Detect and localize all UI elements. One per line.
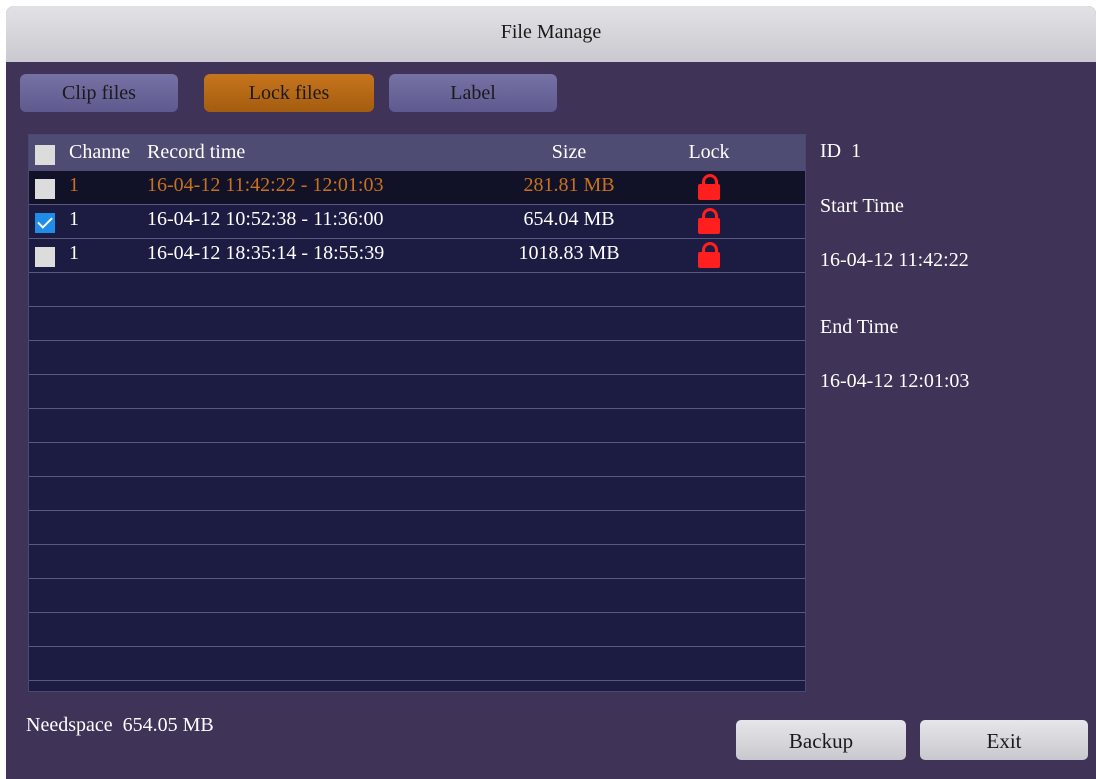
tab-label[interactable]: Label xyxy=(389,74,557,112)
lock-icon[interactable] xyxy=(669,242,749,274)
empty-table-row xyxy=(29,409,805,443)
empty-table-row xyxy=(29,375,805,409)
header-record-time[interactable]: Record time xyxy=(147,141,245,164)
detail-id-label: ID xyxy=(820,140,842,162)
detail-id: ID 1 xyxy=(820,140,861,163)
empty-table-row xyxy=(29,511,805,545)
row-size: 1018.83 MB xyxy=(518,242,620,264)
row-checkbox[interactable] xyxy=(35,177,55,200)
file-manage-window: File Manage Clip files Lock files Label … xyxy=(6,6,1096,779)
header-channel[interactable]: Channe xyxy=(69,141,130,164)
table-header: Channe Record time Size Lock xyxy=(29,135,805,171)
backup-button[interactable]: Backup xyxy=(736,720,906,760)
exit-button[interactable]: Exit xyxy=(920,720,1088,760)
table-row[interactable]: 1 16-04-12 11:42:22 - 12:01:03 281.81 MB xyxy=(29,171,805,205)
empty-table-row xyxy=(29,443,805,477)
needspace: Needspace 654.05 MB xyxy=(26,714,214,737)
window-title: File Manage xyxy=(6,6,1096,62)
row-record-time: 16-04-12 18:35:14 - 18:55:39 xyxy=(147,242,385,264)
detail-start-value: 16-04-12 11:42:22 xyxy=(820,249,969,271)
tab-lock-files[interactable]: Lock files xyxy=(204,74,374,112)
detail-end-label: End Time xyxy=(820,316,899,338)
table-row[interactable]: 1 16-04-12 10:52:38 - 11:36:00 654.04 MB xyxy=(29,205,805,239)
needspace-value: 654.05 MB xyxy=(122,714,214,736)
header-size[interactable]: Size xyxy=(499,141,639,164)
empty-table-row xyxy=(29,545,805,579)
row-channel: 1 xyxy=(69,174,79,196)
row-channel: 1 xyxy=(69,208,79,230)
select-all-checkbox[interactable] xyxy=(35,143,55,166)
lock-icon[interactable] xyxy=(669,174,749,206)
header-lock[interactable]: Lock xyxy=(669,141,749,164)
row-record-time: 16-04-12 11:42:22 - 12:01:03 xyxy=(147,174,384,196)
row-channel: 1 xyxy=(69,242,79,264)
empty-table-row xyxy=(29,613,805,647)
detail-start-label: Start Time xyxy=(820,195,904,217)
empty-table-row xyxy=(29,579,805,613)
detail-end-value: 16-04-12 12:01:03 xyxy=(820,370,970,392)
empty-table-row xyxy=(29,273,805,307)
detail-id-value: 1 xyxy=(851,140,862,162)
empty-table-row xyxy=(29,477,805,511)
needspace-label: Needspace xyxy=(26,714,113,736)
row-checkbox[interactable] xyxy=(35,245,55,268)
tab-clip-files[interactable]: Clip files xyxy=(20,74,178,112)
row-size: 654.04 MB xyxy=(523,208,615,230)
empty-table-row xyxy=(29,307,805,341)
table-row[interactable]: 1 16-04-12 18:35:14 - 18:55:39 1018.83 MB xyxy=(29,239,805,273)
row-size: 281.81 MB xyxy=(523,174,615,196)
empty-table-row xyxy=(29,647,805,681)
row-checkbox[interactable] xyxy=(35,211,55,234)
lock-icon[interactable] xyxy=(669,208,749,240)
file-table: Channe Record time Size Lock 1 16-04-12 1… xyxy=(28,134,806,692)
row-record-time: 16-04-12 10:52:38 - 11:36:00 xyxy=(147,208,384,230)
empty-table-row xyxy=(29,341,805,375)
